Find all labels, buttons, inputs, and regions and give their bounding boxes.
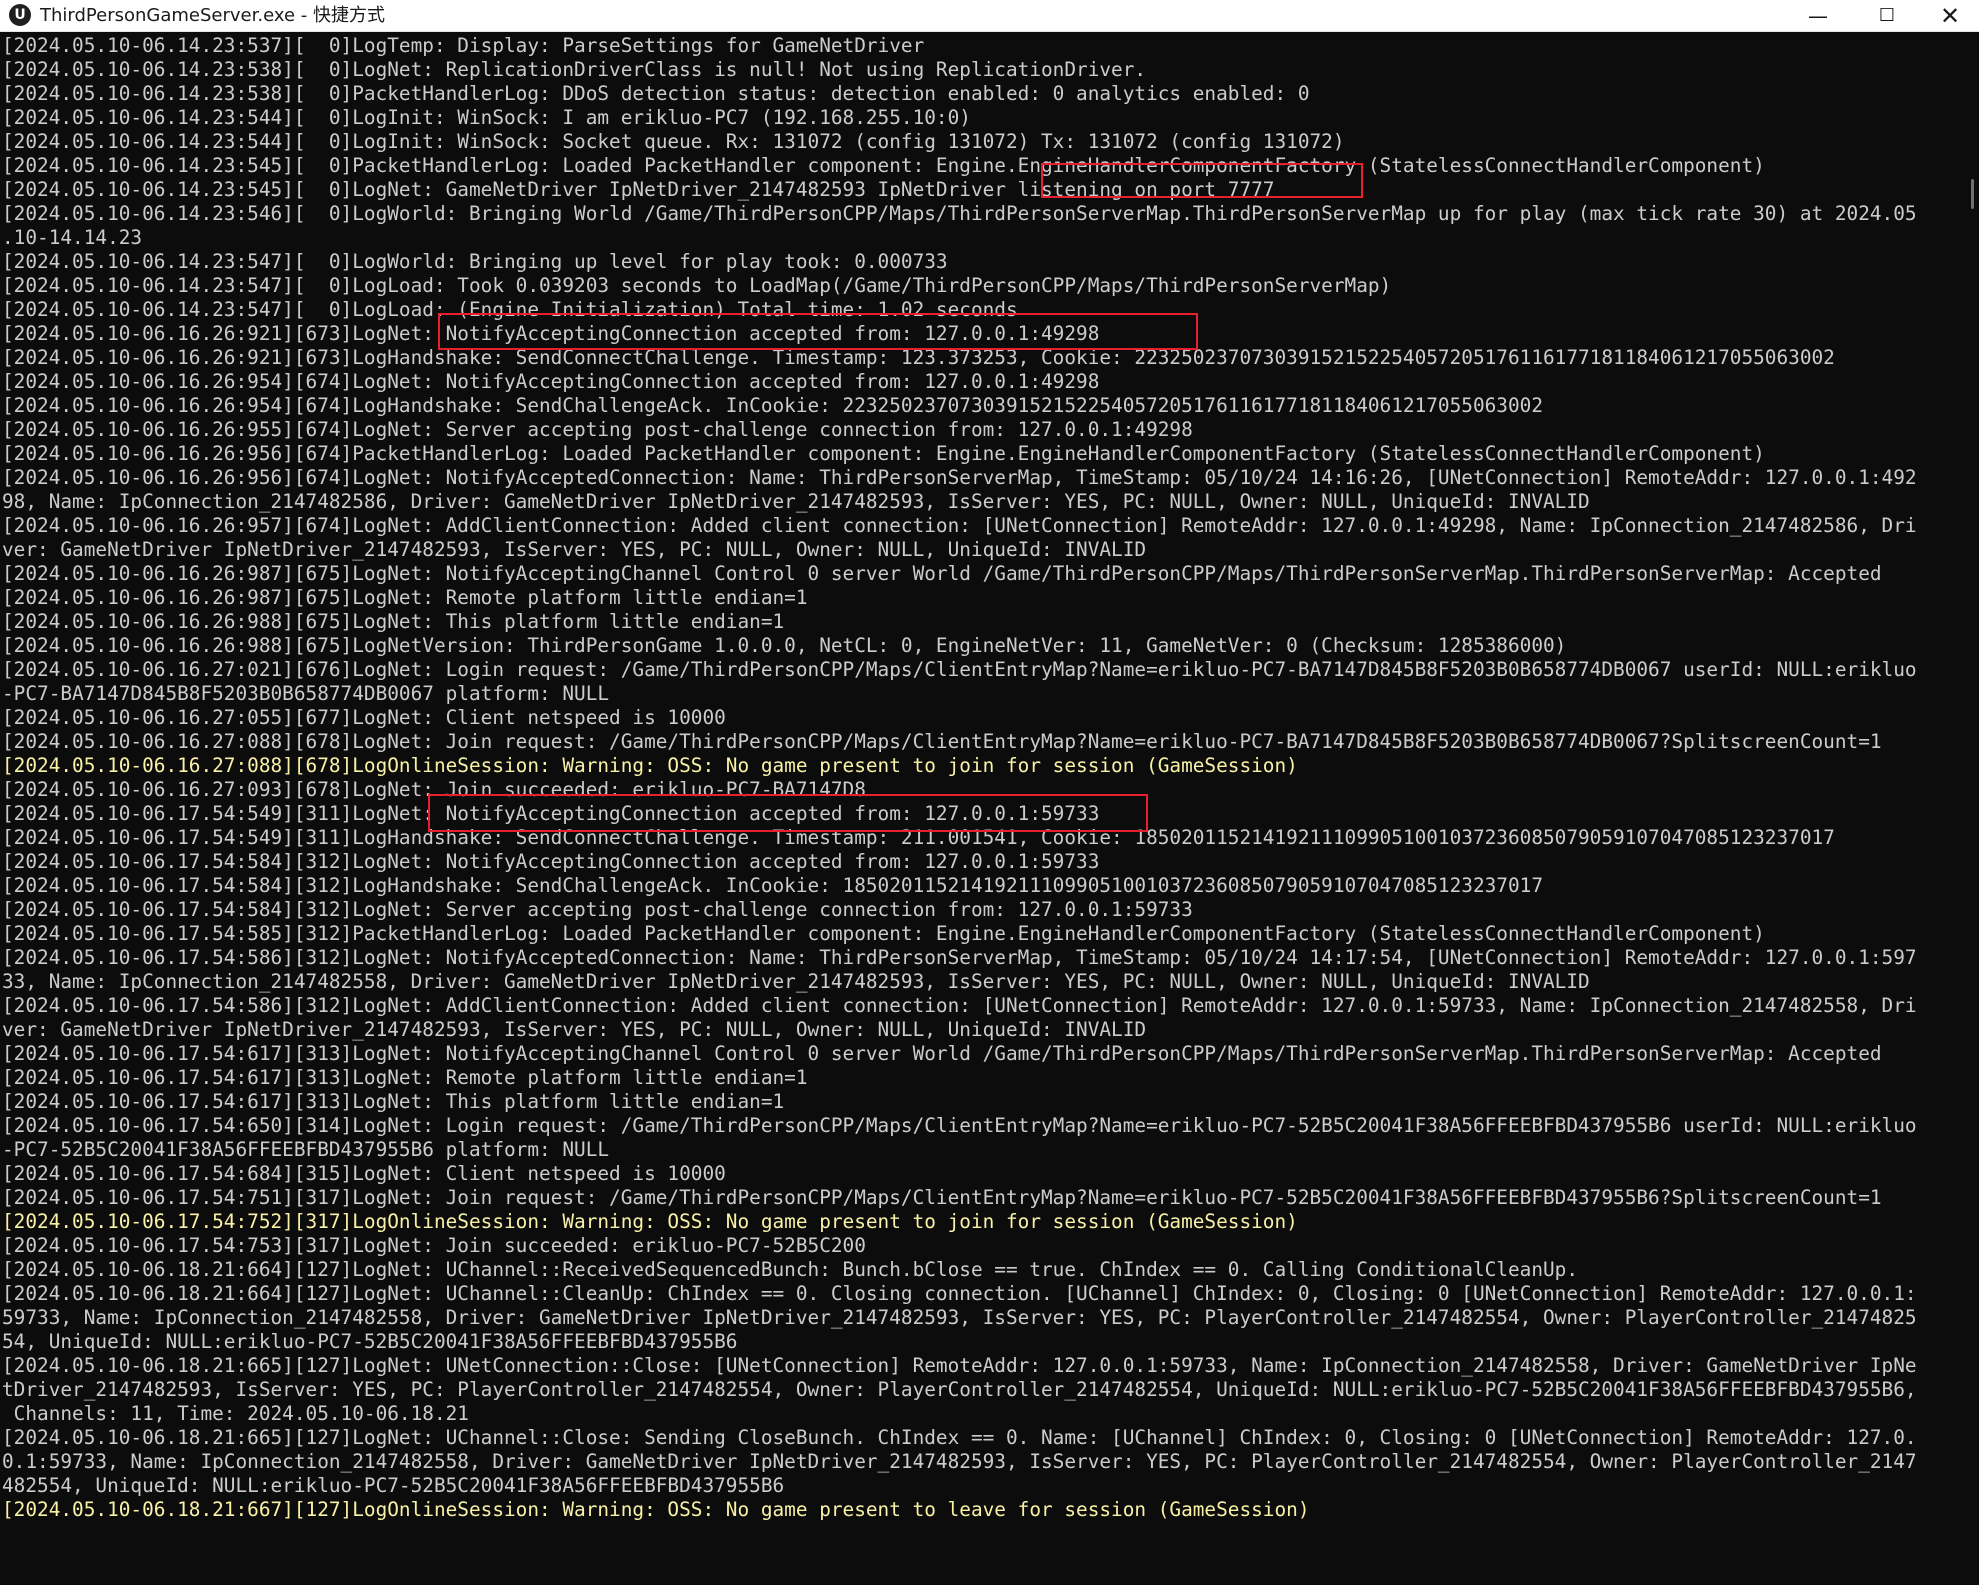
log-line: [2024.05.10-06.14.23:547][ 0]LogWorld: B… (2, 250, 948, 273)
log-line: [2024.05.10-06.17.54:650][314]LogNet: Lo… (2, 1114, 1917, 1137)
log-line: [2024.05.10-06.16.26:988][675]LogNetVers… (2, 634, 1567, 657)
log-line-warning: [2024.05.10-06.16.27:088][678]LogOnlineS… (2, 754, 1298, 777)
highlight-listening-port (1041, 163, 1363, 198)
log-line: [2024.05.10-06.17.54:584][312]LogNet: Se… (2, 898, 1193, 921)
log-line: [2024.05.10-06.18.21:664][127]LogNet: UC… (2, 1258, 1579, 1281)
log-line: [2024.05.10-06.16.26:954][674]LogNet: No… (2, 370, 1100, 393)
log-line: [2024.05.10-06.16.27:021][676]LogNet: Lo… (2, 658, 1917, 681)
console-output[interactable]: [2024.05.10-06.14.23:537][ 0]LogTemp: Di… (0, 34, 1966, 1585)
log-line: [2024.05.10-06.17.54:586][312]LogNet: No… (2, 946, 1917, 969)
log-line: [2024.05.10-06.17.54:584][312]LogNet: No… (2, 850, 1100, 873)
close-button[interactable]: ✕ (1921, 0, 1979, 32)
log-line: 33, Name: IpConnection_2147482558, Drive… (2, 970, 1590, 993)
log-line: ver: GameNetDriver IpNetDriver_214748259… (2, 1018, 1147, 1041)
log-line: [2024.05.10-06.18.21:665][127]LogNet: UN… (2, 1354, 1917, 1377)
log-line: [2024.05.10-06.14.23:537][ 0]LogTemp: Di… (2, 34, 925, 57)
log-line: [2024.05.10-06.17.54:753][317]LogNet: Jo… (2, 1234, 866, 1257)
log-line: [2024.05.10-06.17.54:617][313]LogNet: Re… (2, 1066, 808, 1089)
log-line: 59733, Name: IpConnection_2147482558, Dr… (2, 1306, 1917, 1329)
log-line: [2024.05.10-06.16.26:956][674]PacketHand… (2, 442, 1765, 465)
log-line: 482554, UniqueId: NULL:erikluo-PC7-52B5C… (2, 1474, 785, 1497)
window-title: ThirdPersonGameServer.exe - 快捷方式 (40, 5, 385, 26)
log-line: [2024.05.10-06.16.27:088][678]LogNet: Jo… (2, 730, 1882, 753)
log-line: [2024.05.10-06.14.23:538][ 0]PacketHandl… (2, 82, 1310, 105)
log-line: 98, Name: IpConnection_2147482586, Drive… (2, 490, 1590, 513)
highlight-first-connection (438, 313, 1198, 350)
log-line: [2024.05.10-06.17.54:684][315]LogNet: Cl… (2, 1162, 726, 1185)
log-line: -PC7-52B5C20041F38A56FFEEBFBD437955B6 pl… (2, 1138, 610, 1161)
log-line: [2024.05.10-06.16.26:988][675]LogNet: Th… (2, 610, 785, 633)
log-line: [2024.05.10-06.16.26:956][674]LogNet: No… (2, 466, 1917, 489)
log-line: [2024.05.10-06.17.54:585][312]PacketHand… (2, 922, 1765, 945)
log-line: [2024.05.10-06.16.26:987][675]LogNet: No… (2, 562, 1882, 585)
log-line: [2024.05.10-06.16.27:055][677]LogNet: Cl… (2, 706, 726, 729)
log-line: ver: GameNetDriver IpNetDriver_214748259… (2, 538, 1147, 561)
log-line: [2024.05.10-06.16.26:987][675]LogNet: Re… (2, 586, 808, 609)
window-titlebar[interactable]: U ThirdPersonGameServer.exe - 快捷方式 — ☐ ✕ (0, 0, 1979, 32)
log-line: [2024.05.10-06.17.54:584][312]LogHandsha… (2, 874, 1543, 897)
log-line: [2024.05.10-06.14.23:544][ 0]LogInit: Wi… (2, 130, 1345, 153)
scrollbar-thumb[interactable] (1971, 179, 1974, 209)
log-line-warning: [2024.05.10-06.18.21:667][127]LogOnlineS… (2, 1498, 1310, 1521)
highlight-second-connection (428, 794, 1148, 832)
log-line: [2024.05.10-06.18.21:664][127]LogNet: UC… (2, 1282, 1917, 1305)
log-line: [2024.05.10-06.17.54:617][313]LogNet: Th… (2, 1090, 785, 1113)
console-scrollbar[interactable] (1966, 34, 1979, 1585)
log-line: 54, UniqueId: NULL:erikluo-PC7-52B5C2004… (2, 1330, 738, 1353)
log-line-warning: [2024.05.10-06.17.54:752][317]LogOnlineS… (2, 1210, 1298, 1233)
log-line: 0.1:59733, Name: IpConnection_2147482558… (2, 1450, 1917, 1473)
log-line: [2024.05.10-06.14.23:538][ 0]LogNet: Rep… (2, 58, 1147, 81)
log-line: [2024.05.10-06.14.23:546][ 0]LogWorld: B… (2, 202, 1917, 225)
log-line: [2024.05.10-06.17.54:586][312]LogNet: Ad… (2, 994, 1917, 1017)
log-line: [2024.05.10-06.14.23:547][ 0]LogLoad: To… (2, 274, 1392, 297)
log-line: Channels: 11, Time: 2024.05.10-06.18.21 (2, 1402, 469, 1425)
log-line: [2024.05.10-06.16.26:955][674]LogNet: Se… (2, 418, 1193, 441)
log-line: [2024.05.10-06.14.23:544][ 0]LogInit: Wi… (2, 106, 971, 129)
log-line: tDriver_2147482593, IsServer: YES, PC: P… (2, 1378, 1917, 1401)
log-line: [2024.05.10-06.16.26:957][674]LogNet: Ad… (2, 514, 1917, 537)
log-line: [2024.05.10-06.17.54:751][317]LogNet: Jo… (2, 1186, 1882, 1209)
log-line: [2024.05.10-06.14.23:545][ 0]PacketHandl… (2, 154, 1765, 177)
log-line: [2024.05.10-06.16.26:954][674]LogHandsha… (2, 394, 1543, 417)
log-line: -PC7-BA7147D845B8F5203B0B658774DB0067 pl… (2, 682, 610, 705)
unreal-engine-icon: U (9, 4, 31, 26)
log-line: [2024.05.10-06.18.21:665][127]LogNet: UC… (2, 1426, 1917, 1449)
log-line: [2024.05.10-06.17.54:617][313]LogNet: No… (2, 1042, 1882, 1065)
maximize-button[interactable]: ☐ (1853, 0, 1921, 32)
log-line: .10-14.14.23 (2, 226, 143, 249)
minimize-button[interactable]: — (1784, 0, 1852, 32)
